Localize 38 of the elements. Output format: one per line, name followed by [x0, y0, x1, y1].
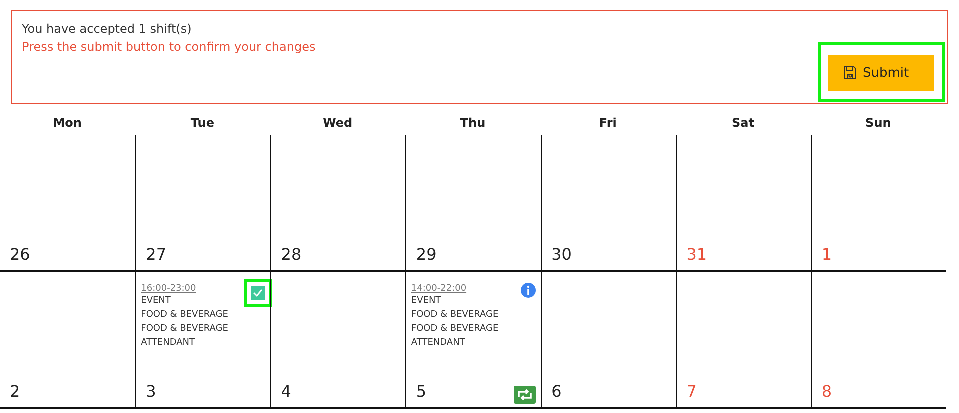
shift-detail: EVENT [411, 295, 442, 308]
shift-time-link[interactable]: 14:00-22:00 [411, 284, 467, 294]
day-number: 31 [686, 245, 708, 264]
shift-time-link[interactable]: 16:00-23:00 [141, 284, 196, 294]
shift-detail: FOOD & BEVERAGE [411, 323, 500, 336]
day-number: 7 [686, 382, 697, 401]
day-number: 26 [10, 245, 30, 264]
weekday-label: Thu [459, 116, 487, 130]
day-number: 8 [822, 382, 832, 401]
day-number: 1 [822, 245, 832, 264]
day-number: 29 [416, 245, 437, 264]
submit-button[interactable]: Submit [828, 55, 934, 91]
save-icon [844, 66, 857, 80]
weekday-label: Fri [598, 116, 618, 130]
day-number: 3 [146, 382, 156, 401]
day-number: 2 [10, 382, 20, 401]
swap-button[interactable] [514, 386, 536, 404]
weekday-label: Tue [190, 116, 216, 130]
shift-detail: FOOD & BEVERAGE [141, 309, 230, 322]
accepted-message: You have accepted 1 shift(s) [22, 22, 193, 36]
day-number: 6 [552, 382, 562, 401]
accept-checkbox[interactable] [251, 286, 266, 300]
shift-detail: ATTENDANT [141, 337, 196, 350]
shift-detail: EVENT [141, 295, 172, 308]
info-icon[interactable] [520, 283, 536, 298]
day-number: 4 [281, 382, 292, 401]
weekday-label: Mon [52, 116, 83, 130]
day-number: 28 [281, 245, 302, 264]
day-number: 30 [552, 245, 572, 264]
shift-detail: FOOD & BEVERAGE [141, 323, 230, 336]
weekday-label: Sun [864, 116, 892, 130]
submit-prompt: Press the submit button to confirm your changes [22, 40, 317, 54]
weekday-label: Wed [322, 116, 354, 130]
shift-detail: ATTENDANT [411, 337, 466, 350]
day-number: 5 [416, 382, 427, 401]
day-number: 27 [146, 245, 166, 264]
weekday-label: Sat [731, 116, 756, 130]
shift-detail: FOOD & BEVERAGE [411, 309, 500, 322]
